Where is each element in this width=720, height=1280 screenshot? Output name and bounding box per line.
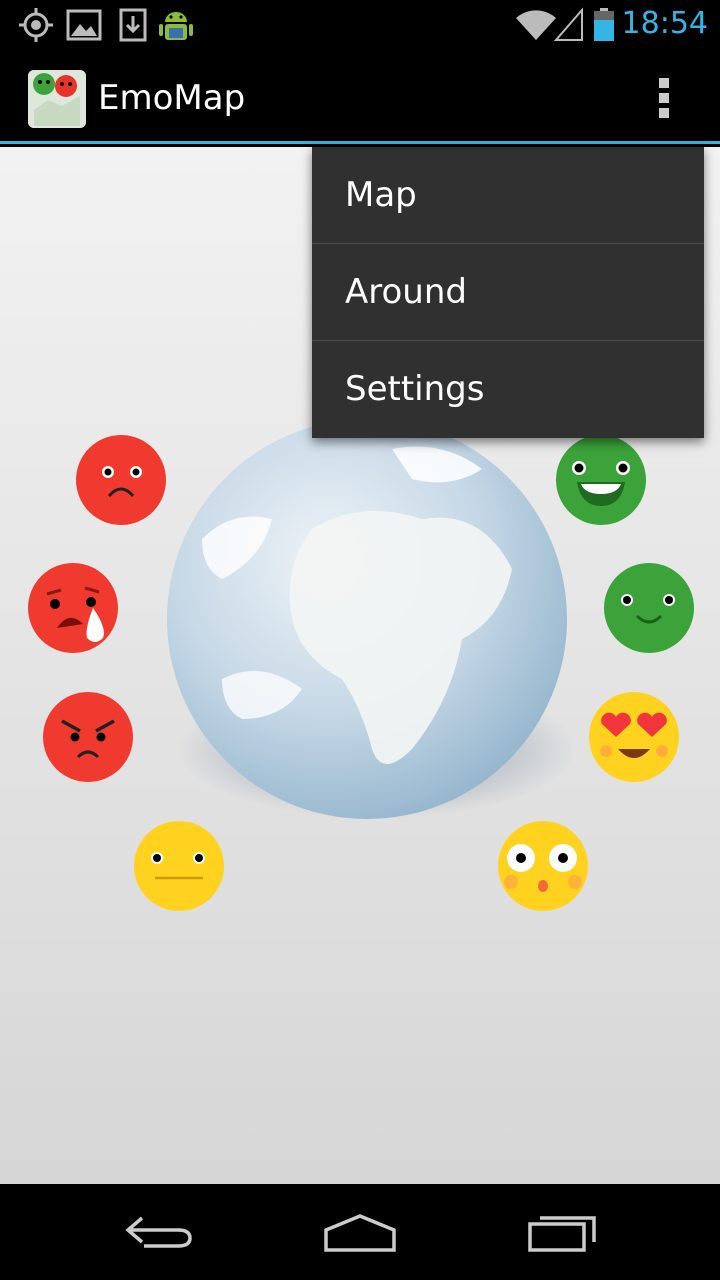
love-emoji[interactable]: [588, 691, 680, 783]
home-icon[interactable]: [320, 1210, 400, 1254]
menu-item-settings[interactable]: Settings: [312, 341, 704, 438]
back-icon[interactable]: [122, 1210, 198, 1254]
menu-item-around[interactable]: Around: [312, 244, 704, 341]
sad-emoji[interactable]: [75, 434, 167, 526]
battery-icon: [594, 8, 614, 41]
smile-emoji[interactable]: [603, 562, 695, 654]
happy-emoji[interactable]: [555, 434, 647, 526]
download-icon: [119, 8, 147, 42]
android-icon: [159, 12, 193, 40]
wifi-icon: [516, 10, 556, 40]
angry-emoji[interactable]: [42, 691, 134, 783]
globe-image: [167, 419, 572, 819]
signal-icon: [554, 7, 583, 41]
recents-icon[interactable]: [524, 1210, 600, 1254]
overflow-menu: Map Around Settings: [312, 147, 704, 438]
overflow-menu-icon[interactable]: [648, 74, 680, 122]
menu-item-map[interactable]: Map: [312, 147, 704, 244]
clock: 18:54: [621, 6, 708, 41]
gps-icon: [19, 8, 53, 42]
navigation-bar: [0, 1184, 720, 1280]
surprised-emoji[interactable]: [497, 820, 589, 912]
emomap-app-icon[interactable]: [28, 70, 86, 128]
gallery-icon: [66, 9, 102, 41]
neutral-emoji[interactable]: [133, 820, 225, 912]
crying-emoji[interactable]: [27, 562, 119, 654]
status-bar: 18:54: [0, 0, 720, 50]
app-title: EmoMap: [98, 78, 246, 118]
action-bar: EmoMap: [0, 50, 720, 144]
